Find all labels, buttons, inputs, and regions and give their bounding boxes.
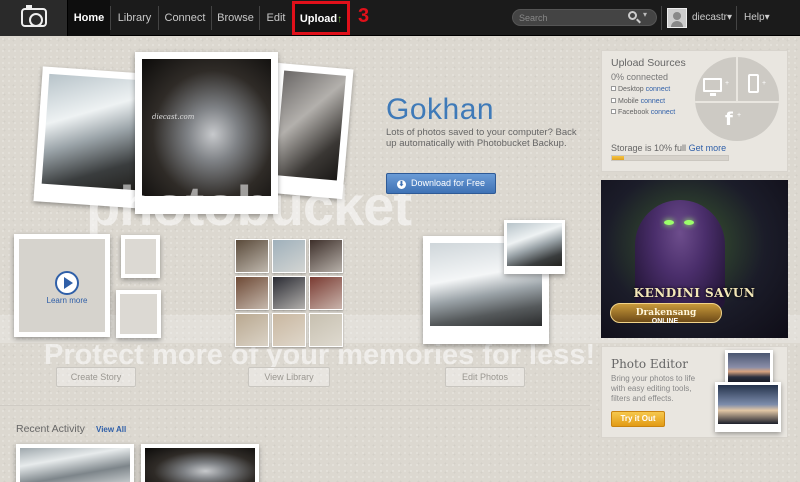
desktop-source-row: Desktop connect — [611, 86, 670, 93]
camera-icon — [21, 5, 47, 27]
library-thumbnail[interactable] — [272, 239, 306, 273]
library-thumbnail[interactable] — [272, 313, 306, 347]
car-photo — [275, 70, 346, 181]
photo-editor-description: Bring your photos to life with easy edit… — [611, 374, 696, 403]
get-more-link[interactable]: Get more — [689, 143, 727, 153]
desktop-label: Desktop — [618, 86, 644, 93]
storage-status: Storage is 10% full Get more — [611, 143, 726, 153]
desktop-connect-link[interactable]: connect — [646, 86, 671, 93]
empty-frame-fill — [120, 294, 157, 334]
create-story-button[interactable]: Create Story — [56, 367, 136, 387]
learn-more-link[interactable]: Learn more — [14, 296, 120, 305]
empty-frame-fill — [125, 239, 156, 274]
search-icon[interactable] — [628, 11, 637, 20]
desktop-icon[interactable] — [703, 78, 722, 96]
upload-step-number: 3 — [358, 5, 370, 27]
download-for-free-button[interactable]: ⬇ Download for Free — [386, 173, 496, 194]
avatar[interactable] — [667, 8, 687, 28]
plus-icon: + — [737, 112, 742, 119]
ad-title: KENDINI SAVUN — [633, 286, 756, 300]
mobile-icon[interactable] — [748, 74, 759, 93]
cave-car-photo — [142, 59, 271, 196]
hero-photo-center — [135, 52, 278, 214]
hero-description: Lots of photos saved to your computer? B… — [386, 127, 577, 149]
hero-photo-right — [266, 62, 354, 200]
hero-user-name: Gokhan — [386, 93, 495, 126]
empty-story-frame — [121, 235, 160, 278]
photo-caption: diecast.com — [152, 113, 195, 121]
edit-photos-button[interactable]: Edit Photos — [445, 367, 525, 387]
hero-photo-left — [33, 66, 151, 209]
editor-sample-photo — [715, 382, 781, 432]
library-thumbnail[interactable] — [309, 239, 343, 273]
recent-photo[interactable] — [16, 444, 134, 482]
mobile-checkbox[interactable] — [611, 98, 616, 103]
facebook-icon[interactable]: f — [725, 109, 733, 130]
mobile-source-row: Mobile connect — [611, 98, 665, 105]
desktop-checkbox[interactable] — [611, 86, 616, 91]
upload-sources-title: Upload Sources — [611, 57, 686, 69]
try-it-out-button[interactable]: Try it Out — [611, 411, 665, 427]
storage-progress-bar — [611, 155, 729, 161]
nav-library[interactable]: Library — [111, 0, 158, 36]
help-menu[interactable]: Help▾ — [744, 0, 770, 36]
view-library-button[interactable]: View Library — [248, 367, 330, 387]
library-thumbnail[interactable] — [272, 276, 306, 310]
upload-sources-circle — [695, 57, 779, 141]
section-divider — [0, 405, 590, 406]
nav-upload-label: Upload — [299, 13, 338, 25]
photobucket-logo[interactable] — [0, 0, 68, 36]
nav-upload-button[interactable]: Upload↑ — [292, 1, 350, 35]
play-icon[interactable] — [55, 271, 79, 295]
view-all-link[interactable]: View All — [96, 425, 126, 434]
plus-icon: + — [725, 80, 730, 87]
storage-text: Storage is 10% full — [611, 143, 687, 153]
library-thumbnail[interactable] — [309, 276, 343, 310]
recent-photo[interactable] — [141, 444, 259, 482]
search-options-chevron-icon[interactable]: ▾ — [643, 10, 647, 19]
sky-photo — [718, 385, 778, 424]
nav-divider — [736, 6, 737, 30]
download-icon: ⬇ — [396, 180, 406, 189]
cave-car-photo — [145, 448, 255, 482]
library-thumbnail[interactable] — [235, 276, 269, 310]
edit-photo-secondary — [504, 220, 565, 274]
nav-divider — [661, 6, 662, 30]
upload-arrow-icon: ↑ — [337, 14, 343, 25]
nav-home[interactable]: Home — [68, 0, 110, 36]
empty-story-frame — [116, 290, 161, 338]
nav-browse[interactable]: Browse — [212, 0, 259, 36]
recent-activity-heading: Recent Activity — [16, 423, 85, 435]
ad-logo-subtitle: ONLINE — [651, 318, 679, 325]
library-thumbnail[interactable] — [235, 239, 269, 273]
car-photo — [507, 223, 562, 266]
car-photo — [41, 73, 144, 191]
library-thumbnail[interactable] — [309, 313, 343, 347]
nav-connect[interactable]: Connect — [159, 0, 211, 36]
library-thumbnail[interactable] — [235, 313, 269, 347]
search-input[interactable] — [519, 11, 629, 24]
nav-edit[interactable]: Edit — [260, 0, 292, 36]
plus-icon: + — [762, 80, 767, 87]
storage-progress-fill — [612, 156, 624, 160]
facebook-connect-link[interactable]: connect — [651, 109, 676, 116]
photo-editor-title: Photo Editor — [611, 357, 688, 371]
facebook-checkbox[interactable] — [611, 109, 616, 114]
download-label: Download for Free — [410, 178, 486, 188]
sunset-photo — [728, 353, 770, 385]
mobile-label: Mobile — [618, 98, 639, 105]
mobile-connect-link[interactable]: connect — [641, 98, 666, 105]
facebook-source-row: Facebook connect — [611, 109, 675, 116]
car-photo — [20, 448, 130, 482]
user-menu[interactable]: diecastr▾ — [692, 0, 732, 36]
facebook-label: Facebook — [618, 109, 649, 116]
connected-status: 0% connected — [611, 72, 669, 82]
glowing-eyes — [660, 220, 700, 226]
